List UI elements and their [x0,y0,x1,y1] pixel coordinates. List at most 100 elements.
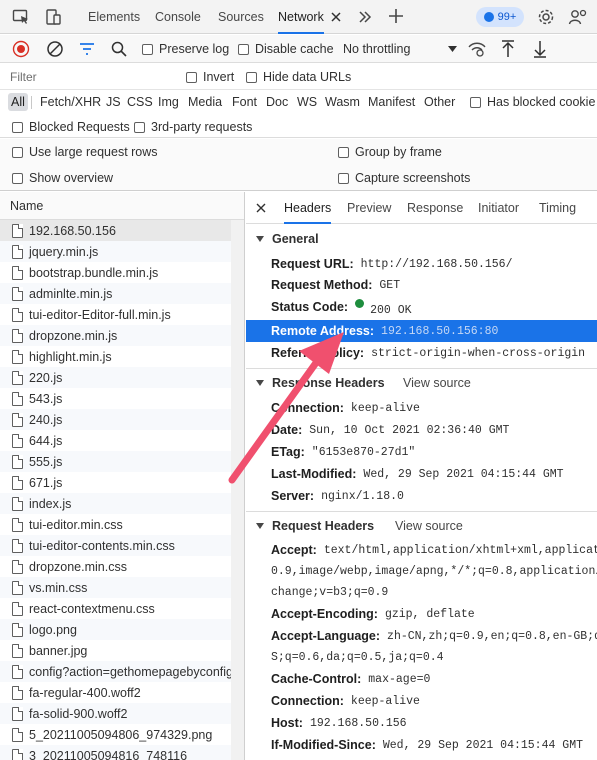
filter-funnel-icon[interactable] [78,42,96,56]
tab-response[interactable]: Response [407,192,463,224]
capture-screenshots-checkbox[interactable]: Capture screenshots [338,171,470,185]
request-row[interactable]: tui-editor-Editor-full.min.js [0,304,231,325]
file-icon [12,475,23,490]
header-server-row: Server: nginx/1.18.0 [271,489,404,503]
blocked-requests-checkbox[interactable]: Blocked Requests [12,120,130,134]
request-row[interactable]: logo.png [0,619,231,640]
request-row[interactable]: dropzone.min.css [0,556,231,577]
view-source-link[interactable]: View source [395,519,463,533]
tab-sources[interactable]: Sources [218,0,264,34]
type-filter-font[interactable]: Font [229,93,260,111]
request-row[interactable]: 192.168.50.156 [0,220,231,241]
throttling-select[interactable]: No throttling [343,42,457,56]
file-icon [12,454,23,469]
file-icon [12,307,23,322]
type-filter-other[interactable]: Other [421,93,458,111]
request-row[interactable]: 555.js [0,451,231,472]
device-toolbar-icon[interactable] [44,8,62,26]
request-name: 5_20211005094806_974329.png [29,727,213,742]
request-row[interactable]: 240.js [0,409,231,430]
header-accept-language-row: Accept-Language: zh-CN,zh;q=0.9,en;q=0.8… [271,629,597,643]
tab-console[interactable]: Console [155,0,201,34]
file-icon [12,517,23,532]
filter-input[interactable] [6,67,174,87]
type-filter-js[interactable]: JS [103,93,124,111]
request-row[interactable]: 220.js [0,367,231,388]
type-filter-fetch-xhr[interactable]: Fetch/XHR [37,93,104,111]
request-row[interactable]: dropzone.min.js [0,325,231,346]
search-icon[interactable] [110,40,128,58]
group-by-frame-checkbox[interactable]: Group by frame [338,145,442,159]
request-row[interactable]: 3_20211005094816_748116 [0,745,231,760]
view-source-link[interactable]: View source [403,376,471,390]
type-filter-all[interactable]: All [8,93,28,111]
request-row[interactable]: 5_20211005094806_974329.png [0,724,231,745]
clear-log-icon[interactable] [46,40,64,58]
settings-gear-icon[interactable] [537,8,555,26]
add-tab-icon[interactable] [388,8,404,24]
tab-network[interactable]: Network [278,0,324,34]
file-icon [12,559,23,574]
request-row[interactable]: index.js [0,493,231,514]
tab-timing[interactable]: Timing [539,192,576,224]
file-icon [12,412,23,427]
request-name: tui-editor.min.css [29,517,123,532]
header-accept-language-continued: S;q=0.6,da;q=0.5,ja;q=0.4 [271,650,444,664]
third-party-requests-checkbox[interactable]: 3rd-party requests [134,120,252,134]
close-detail-icon[interactable] [255,202,267,214]
file-icon [12,496,23,511]
name-column-header[interactable]: Name [0,192,244,220]
tab-headers[interactable]: Headers [284,192,332,224]
preserve-log-checkbox[interactable]: Preserve log [142,42,229,56]
type-filter-img[interactable]: Img [155,93,182,111]
request-row[interactable]: banner.jpg [0,640,231,661]
type-filter-manifest[interactable]: Manifest [365,93,418,111]
request-row[interactable]: tui-editor-contents.min.css [0,535,231,556]
network-conditions-icon[interactable] [467,40,487,58]
tab-preview[interactable]: Preview [347,192,391,224]
tab-initiator[interactable]: Initiator [478,192,519,224]
request-row[interactable]: adminlte.min.js [0,283,231,304]
request-row[interactable]: react-contextmenu.css [0,598,231,619]
disable-cache-checkbox[interactable]: Disable cache [238,42,334,56]
import-har-icon[interactable] [500,39,516,59]
request-row[interactable]: vs.min.css [0,577,231,598]
type-filter-css[interactable]: CSS [124,93,156,111]
general-section-header[interactable]: General [246,228,597,250]
network-toolbar: Preserve log Disable cache No throttling [0,35,597,63]
inspect-element-icon[interactable] [12,9,30,25]
request-row[interactable]: highlight.min.js [0,346,231,367]
request-row[interactable]: config?action=gethomepagebyconfig [0,661,231,682]
request-row[interactable]: fa-regular-400.woff2 [0,682,231,703]
type-filter-media[interactable]: Media [185,93,225,111]
type-filter-wasm[interactable]: Wasm [322,93,363,111]
more-tabs-icon[interactable] [358,9,372,25]
type-filter-doc[interactable]: Doc [263,93,291,111]
request-row[interactable]: 671.js [0,472,231,493]
expand-triangle-icon [256,523,264,529]
record-stop-icon[interactable] [12,40,30,58]
request-row[interactable]: 543.js [0,388,231,409]
tab-elements[interactable]: Elements [88,0,140,34]
customize-devtools-icon[interactable] [568,8,588,26]
header-accept-encoding-row: Accept-Encoding: gzip, deflate [271,607,475,621]
close-tab-icon[interactable] [330,11,342,23]
request-row[interactable]: tui-editor.min.css [0,514,231,535]
hide-data-urls-checkbox[interactable]: Hide data URLs [246,70,351,84]
show-overview-checkbox[interactable]: Show overview [12,171,113,185]
type-filter-ws[interactable]: WS [294,93,320,111]
invert-checkbox[interactable]: Invert [186,70,234,84]
request-headers-section-header[interactable]: Request Headers View source [246,515,597,537]
issues-badge[interactable]: 99+ [476,7,524,27]
export-har-icon[interactable] [532,39,548,59]
large-request-rows-checkbox[interactable]: Use large request rows [12,145,158,159]
expand-triangle-icon [256,380,264,386]
request-row[interactable]: 644.js [0,430,231,451]
has-blocked-cookies-checkbox[interactable]: Has blocked cookie [470,95,595,109]
request-row[interactable]: fa-solid-900.woff2 [0,703,231,724]
request-list-scrollbar[interactable] [231,220,244,760]
request-row[interactable]: jquery.min.js [0,241,231,262]
response-headers-section-header[interactable]: Response Headers View source [246,372,597,394]
request-row[interactable]: bootstrap.bundle.min.js [0,262,231,283]
file-icon [12,391,23,406]
